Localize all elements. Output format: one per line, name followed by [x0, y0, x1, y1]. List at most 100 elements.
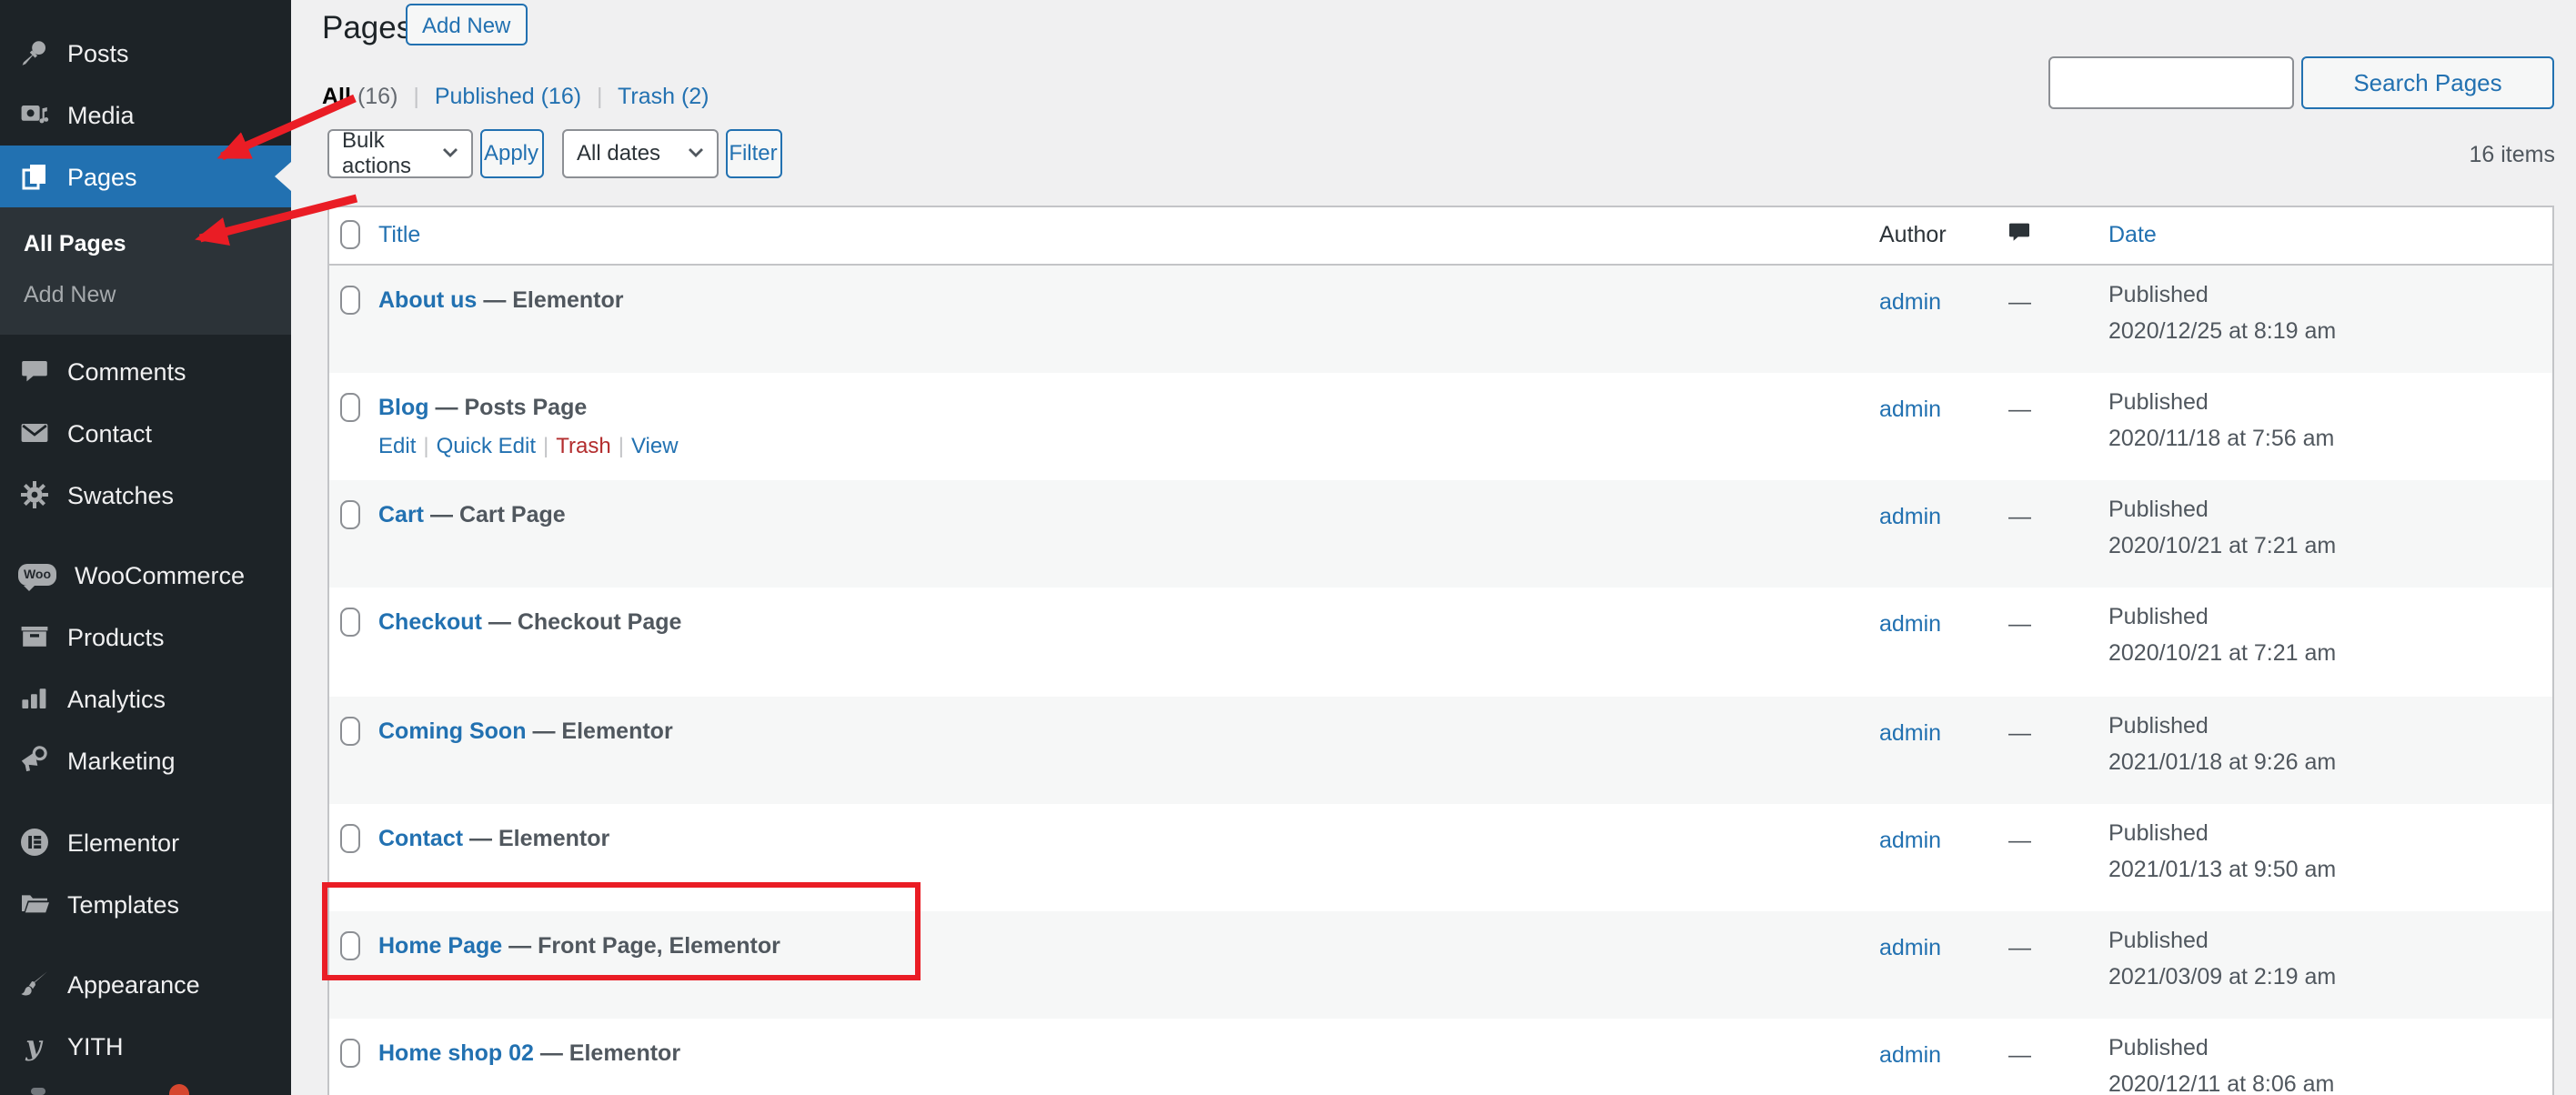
status-text: Published — [2108, 928, 2209, 953]
page-title-link[interactable]: Blog — [378, 395, 429, 420]
table-header: Title Author Date — [329, 206, 2552, 265]
page-title-link[interactable]: Cart — [378, 502, 424, 527]
no-comments-dash: — — [2008, 719, 2031, 745]
date-cell: Published 2021/03/09 at 2:19 am — [2108, 922, 2336, 995]
no-comments-dash: — — [2008, 397, 2031, 422]
author-link[interactable]: admin — [1879, 828, 1941, 853]
all-dates-select[interactable]: All dates — [562, 128, 719, 177]
sidebar-item-label: Marketing — [67, 747, 176, 774]
table-row: Coming Soon — Elementor admin — Publishe… — [329, 696, 2552, 804]
row-checkbox[interactable] — [340, 1040, 360, 1069]
sidebar-item-products[interactable]: Products — [0, 606, 291, 668]
sidebar-item-label: Posts — [67, 39, 129, 66]
date-cell: Published2020/12/25 at 8:19 am — [2108, 276, 2336, 348]
author-link[interactable]: admin — [1879, 504, 1941, 529]
add-new-button[interactable]: Add New — [406, 4, 527, 45]
sidebar-item-comments[interactable]: Comments — [0, 340, 291, 402]
row-checkbox[interactable] — [340, 285, 360, 314]
date-text: 2021/03/09 at 2:19 am — [2108, 964, 2336, 990]
author-link[interactable]: admin — [1879, 719, 1941, 745]
row-checkbox[interactable] — [340, 716, 360, 745]
row-checkbox[interactable] — [340, 824, 360, 853]
table-row: Checkout — Checkout Page admin — Publish… — [329, 588, 2552, 697]
author-link[interactable]: admin — [1879, 1043, 1941, 1069]
date-cell: Published2021/01/18 at 9:26 am — [2108, 707, 2336, 779]
page-title-link[interactable]: Home shop 02 — [378, 1041, 534, 1067]
status-text: Published — [2108, 605, 2209, 630]
search-input[interactable] — [2048, 56, 2294, 109]
row-checkbox[interactable] — [340, 931, 360, 960]
page-title-link[interactable]: Contact — [378, 826, 463, 851]
no-comments-dash: — — [2008, 1043, 2031, 1069]
sidebar-item-add-new[interactable]: Add New — [0, 269, 291, 320]
sidebar-item-marketing[interactable]: Marketing — [0, 729, 291, 791]
all-dates-label: All dates — [577, 140, 660, 166]
sidebar-item-swatches[interactable]: Swatches — [0, 464, 291, 526]
sidebar-item-label: Templates — [67, 890, 179, 918]
sidebar-item-yith[interactable]: y YITH — [0, 1015, 291, 1077]
chevron-down-icon — [688, 147, 704, 158]
view-all-count: (16) — [357, 84, 397, 109]
sidebar-item-analytics[interactable]: Analytics — [0, 668, 291, 729]
select-all-checkbox[interactable] — [340, 219, 360, 248]
envelope-icon — [18, 417, 49, 448]
row-checkbox[interactable] — [340, 393, 360, 422]
row-checkbox[interactable] — [340, 608, 360, 638]
view-link[interactable]: View — [631, 433, 679, 458]
sidebar-item-templates[interactable]: Templates — [0, 873, 291, 935]
trash-link[interactable]: Trash — [556, 433, 610, 458]
date-cell: Published2020/10/21 at 7:21 am — [2108, 491, 2336, 564]
separator: | — [619, 433, 624, 458]
edit-link[interactable]: Edit — [378, 433, 416, 458]
page-title-suffix: — Cart Page — [430, 502, 566, 527]
items-count: 16 items — [2470, 142, 2556, 167]
sidebar-item-label: YITH — [67, 1032, 124, 1060]
row-checkbox[interactable] — [340, 500, 360, 529]
sidebar-item-label: Elementor — [67, 829, 179, 856]
status-text: Published — [2108, 389, 2209, 415]
apply-button[interactable]: Apply — [479, 128, 543, 177]
sidebar-item-contact[interactable]: Contact — [0, 402, 291, 464]
comments-column-icon[interactable] — [2008, 221, 2030, 248]
page-title-link[interactable]: About us — [378, 286, 477, 312]
pages-table: Title Author Date About us — Elementor a… — [327, 205, 2554, 1095]
table-row: Contact — Elementor admin — Published202… — [329, 804, 2552, 912]
date-text: 2020/10/21 at 7:21 am — [2108, 641, 2336, 667]
date-text: 2020/10/21 at 7:21 am — [2108, 533, 2336, 558]
separator: | — [423, 433, 428, 458]
page-title-link[interactable]: Home Page — [378, 933, 502, 959]
status-text: Published — [2108, 281, 2209, 306]
column-header-date[interactable]: Date — [2108, 221, 2157, 246]
author-link[interactable]: admin — [1879, 612, 1941, 638]
page-title-link[interactable]: Checkout — [378, 610, 482, 636]
date-cell: Published2020/12/11 at 8:06 am — [2108, 1030, 2334, 1095]
media-icon — [18, 99, 49, 130]
sidebar-item-media[interactable]: Media — [0, 84, 291, 146]
column-header-title[interactable]: Title — [378, 221, 420, 246]
quick-edit-link[interactable]: Quick Edit — [437, 433, 536, 458]
pages-icon — [18, 161, 49, 192]
view-trash-link[interactable]: Trash (2) — [618, 84, 709, 109]
no-comments-dash: — — [2008, 288, 2031, 314]
sidebar-item-all-pages[interactable]: All Pages — [0, 218, 291, 269]
filter-button[interactable]: Filter — [725, 128, 781, 177]
update-count-badge — [169, 1084, 189, 1095]
sidebar-item-label: Comments — [67, 357, 186, 385]
wordpress-pages-screen: Posts Media Pages All Pages Add New Comm… — [0, 0, 2576, 1095]
author-link[interactable]: admin — [1879, 935, 1941, 960]
page-title-link[interactable]: Coming Soon — [378, 718, 527, 743]
search-pages-button[interactable]: Search Pages — [2301, 56, 2554, 109]
sidebar-item-elementor[interactable]: Elementor — [0, 811, 291, 873]
view-published-link[interactable]: Published (16) — [435, 84, 581, 109]
sidebar-item-label: Contact — [67, 419, 152, 447]
row-actions: Edit|Quick Edit|Trash|View — [378, 433, 679, 458]
status-text: Published — [2108, 1036, 2209, 1061]
sidebar-item-posts[interactable]: Posts — [0, 22, 291, 84]
sidebar-item-appearance[interactable]: Appearance — [0, 953, 291, 1015]
author-link[interactable]: admin — [1879, 288, 1941, 314]
bulk-actions-select[interactable]: Bulk actions — [327, 128, 473, 177]
view-all-link[interactable]: All — [322, 84, 351, 109]
sidebar-item-woocommerce[interactable]: Woo WooCommerce — [0, 544, 291, 606]
author-link[interactable]: admin — [1879, 397, 1941, 422]
sidebar-item-pages[interactable]: Pages — [0, 146, 291, 207]
